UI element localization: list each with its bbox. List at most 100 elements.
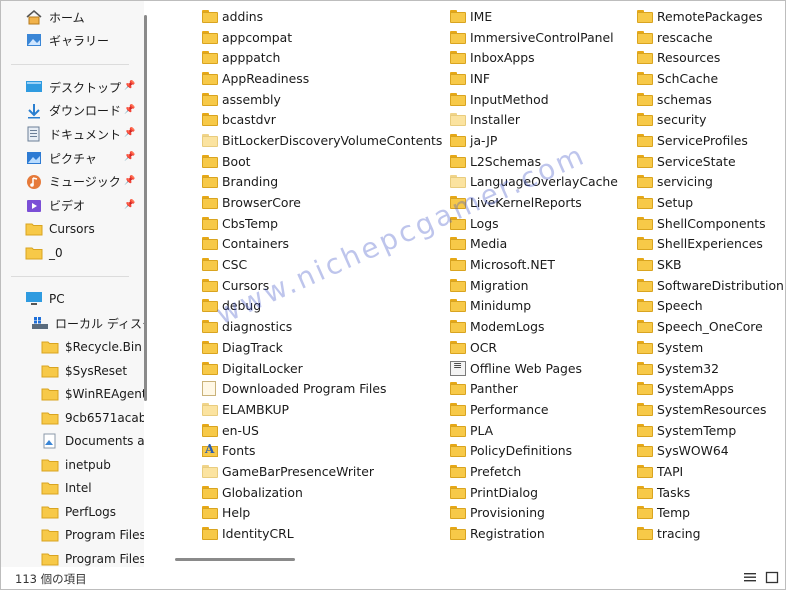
- folder-item[interactable]: System: [637, 337, 784, 358]
- folder-item[interactable]: Migration: [450, 275, 618, 296]
- sidebar-item-intel[interactable]: Intel: [41, 477, 92, 499]
- folder-item[interactable]: ServiceProfiles: [637, 130, 784, 151]
- folder-item[interactable]: Tasks: [637, 482, 784, 503]
- folder-item[interactable]: RemotePackages: [637, 6, 784, 27]
- folder-item[interactable]: SKB: [637, 254, 784, 275]
- folder-item[interactable]: appcompat: [202, 27, 442, 48]
- folder-item[interactable]: L2Schemas: [450, 151, 618, 172]
- folder-item[interactable]: bcastdvr: [202, 109, 442, 130]
- sidebar-item-documents[interactable]: ドキュメント: [25, 123, 121, 145]
- folder-item[interactable]: Cursors: [202, 275, 442, 296]
- folder-item[interactable]: BitLockerDiscoveryVolumeContents: [202, 130, 442, 151]
- folder-item[interactable]: TAPI: [637, 461, 784, 482]
- folder-item[interactable]: DiagTrack: [202, 337, 442, 358]
- folder-item[interactable]: Prefetch: [450, 461, 618, 482]
- folder-item[interactable]: ModemLogs: [450, 316, 618, 337]
- folder-item[interactable]: PrintDialog: [450, 482, 618, 503]
- folder-item[interactable]: Speech: [637, 296, 784, 317]
- folder-item[interactable]: CSC: [202, 254, 442, 275]
- sidebar-item-winreagent[interactable]: $WinREAgent: [41, 383, 144, 405]
- sidebar-item-downloads[interactable]: ダウンロード: [25, 100, 121, 122]
- folder-item[interactable]: ImmersiveControlPanel: [450, 27, 618, 48]
- folder-item[interactable]: Registration: [450, 523, 618, 544]
- folder-item[interactable]: SysWOW64: [637, 440, 784, 461]
- folder-item[interactable]: rescache: [637, 27, 784, 48]
- folder-item[interactable]: ServiceState: [637, 151, 784, 172]
- folder-item[interactable]: SystemResources: [637, 399, 784, 420]
- sidebar-item-underscore-0[interactable]: _0: [25, 242, 63, 264]
- sidebar-item-sysreset[interactable]: $SysReset: [41, 360, 127, 382]
- sidebar-item-gallery[interactable]: ギャラリー: [25, 29, 109, 51]
- folder-item[interactable]: System32: [637, 358, 784, 379]
- folder-item[interactable]: Performance: [450, 399, 618, 420]
- folder-item[interactable]: security: [637, 109, 784, 130]
- folder-item[interactable]: Temp: [637, 503, 784, 524]
- sidebar-item-local-disk[interactable]: ローカル ディスク (C: [31, 312, 144, 334]
- sidebar-item-9cb6571acab3c[interactable]: 9cb6571acab3c: [41, 407, 144, 429]
- folder-item[interactable]: LanguageOverlayCache: [450, 172, 618, 193]
- sidebar-item-documents-an[interactable]: Documents an: [41, 430, 144, 452]
- folder-item[interactable]: GameBarPresenceWriter: [202, 461, 442, 482]
- folder-item[interactable]: assembly: [202, 89, 442, 110]
- folder-item[interactable]: Provisioning: [450, 503, 618, 524]
- folder-item[interactable]: servicing: [637, 172, 784, 193]
- folder-item[interactable]: OCR: [450, 337, 618, 358]
- folder-item[interactable]: Globalization: [202, 482, 442, 503]
- sidebar-scrollbar[interactable]: [144, 15, 147, 401]
- sidebar-item-music[interactable]: ミュージック: [25, 171, 121, 193]
- sidebar-item-desktop[interactable]: デスクトップ: [25, 76, 121, 98]
- folder-item[interactable]: Containers: [202, 234, 442, 255]
- folder-item[interactable]: debug: [202, 296, 442, 317]
- folder-item[interactable]: INF: [450, 68, 618, 89]
- folder-item[interactable]: PolicyDefinitions: [450, 440, 618, 461]
- folder-item[interactable]: CbsTemp: [202, 213, 442, 234]
- folder-item[interactable]: ELAMBKUP: [202, 399, 442, 420]
- folder-item[interactable]: ShellComponents: [637, 213, 784, 234]
- folder-item[interactable]: tracing: [637, 523, 784, 544]
- folder-item[interactable]: BrowserCore: [202, 192, 442, 213]
- sidebar-item-perflogs[interactable]: PerfLogs: [41, 501, 116, 523]
- folder-item[interactable]: SchCache: [637, 68, 784, 89]
- folder-item[interactable]: Panther: [450, 378, 618, 399]
- sidebar-item-recycle-bin[interactable]: $Recycle.Bin: [41, 336, 142, 358]
- folder-item[interactable]: Setup: [637, 192, 784, 213]
- folder-item[interactable]: schemas: [637, 89, 784, 110]
- folder-item[interactable]: ShellExperiences: [637, 234, 784, 255]
- folder-item[interactable]: diagnostics: [202, 316, 442, 337]
- folder-item[interactable]: Boot: [202, 151, 442, 172]
- folder-item[interactable]: Branding: [202, 172, 442, 193]
- folder-item[interactable]: DigitalLocker: [202, 358, 442, 379]
- folder-item[interactable]: Microsoft.NET: [450, 254, 618, 275]
- folder-item[interactable]: InboxApps: [450, 47, 618, 68]
- horizontal-scrollbar[interactable]: [175, 558, 295, 561]
- folder-item[interactable]: IME: [450, 6, 618, 27]
- sidebar-item-home[interactable]: ホーム: [25, 6, 85, 28]
- folder-item[interactable]: ja-JP: [450, 130, 618, 151]
- folder-item[interactable]: Installer: [450, 109, 618, 130]
- folder-item[interactable]: Resources: [637, 47, 784, 68]
- folder-item[interactable]: Media: [450, 234, 618, 255]
- sidebar-item-program-files[interactable]: Program Files (: [41, 548, 144, 568]
- folder-item[interactable]: IdentityCRL: [202, 523, 442, 544]
- folder-item[interactable]: SystemTemp: [637, 420, 784, 441]
- folder-item[interactable]: Speech_OneCore: [637, 316, 784, 337]
- folder-item[interactable]: LiveKernelReports: [450, 192, 618, 213]
- folder-item[interactable]: Fonts: [202, 440, 442, 461]
- sidebar-item-inetpub[interactable]: inetpub: [41, 454, 111, 476]
- folder-item[interactable]: PLA: [450, 420, 618, 441]
- folder-item[interactable]: apppatch: [202, 47, 442, 68]
- sidebar-item-pictures[interactable]: ピクチャ: [25, 147, 97, 169]
- folder-item[interactable]: addins: [202, 6, 442, 27]
- folder-item[interactable]: Help: [202, 503, 442, 524]
- sidebar-item-videos[interactable]: ビデオ: [25, 195, 85, 217]
- folder-item[interactable]: InputMethod: [450, 89, 618, 110]
- sidebar-item-cursors[interactable]: Cursors: [25, 218, 95, 240]
- folder-item[interactable]: en-US: [202, 420, 442, 441]
- folder-item[interactable]: Offline Web Pages: [450, 358, 618, 379]
- large-icons-view-icon[interactable]: [765, 571, 779, 584]
- folder-item[interactable]: AppReadiness: [202, 68, 442, 89]
- sidebar-item-program-files[interactable]: Program Files: [41, 524, 144, 546]
- details-view-icon[interactable]: [743, 571, 757, 584]
- folder-item[interactable]: Minidump: [450, 296, 618, 317]
- folder-item[interactable]: Downloaded Program Files: [202, 378, 442, 399]
